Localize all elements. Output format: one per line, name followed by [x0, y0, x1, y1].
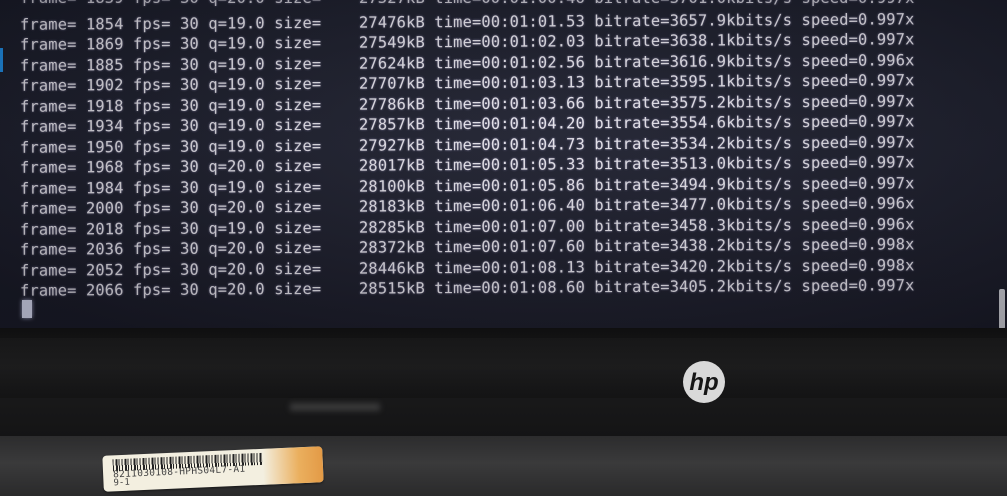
terminal-scrollbar[interactable]: [999, 289, 1005, 328]
hinge-reflection: [290, 403, 380, 411]
terminal-line: frame= 2066 fps= 30 q=20.0 size= 28515kB…: [19, 276, 915, 300]
terminal-screen: frame= 1839 fps= 30 q=20.0 size= 27327kB…: [0, 0, 1007, 328]
hp-logo-text: hp: [689, 369, 718, 396]
terminal-line-partial: frame= 1839 fps= 30 q=20.0 size= 27327kB…: [20, 0, 915, 8]
bezel-shading: [0, 338, 1007, 398]
sticker-color-stripe: [262, 446, 324, 485]
sticker-serial-line2: 9-1: [113, 477, 130, 489]
terminal-cursor[interactable]: [22, 300, 32, 318]
hp-logo-icon: hp: [683, 361, 725, 403]
window-edge-accent: [0, 48, 3, 72]
